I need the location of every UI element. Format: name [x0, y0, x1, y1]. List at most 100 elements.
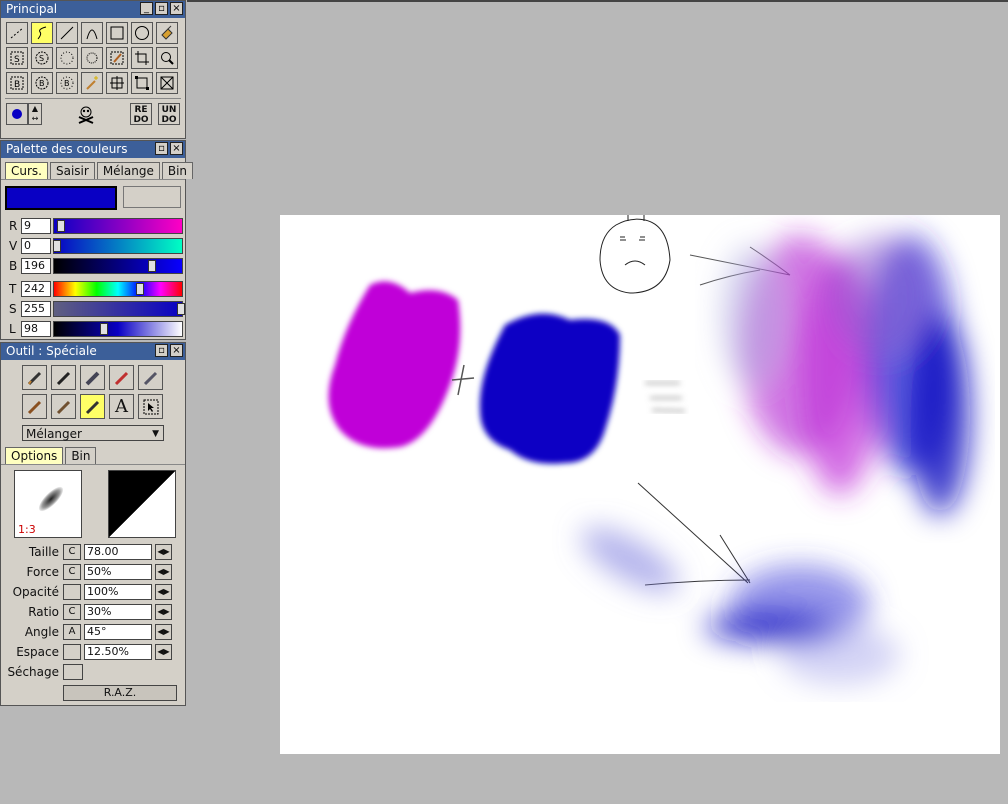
- slider-value-field[interactable]: 196: [21, 258, 51, 274]
- curve-tool-icon[interactable]: [81, 22, 103, 44]
- zoom-tool-icon[interactable]: [156, 47, 178, 69]
- dotted-line-tool-icon[interactable]: [6, 22, 28, 44]
- blend-brush-icon[interactable]: [80, 394, 105, 419]
- slider-track[interactable]: [53, 281, 183, 297]
- option-flag[interactable]: C: [63, 544, 81, 560]
- fit-icon[interactable]: [156, 72, 178, 94]
- background-color-swatch[interactable]: [123, 186, 181, 208]
- b-poly-icon[interactable]: B: [56, 72, 78, 94]
- slider-thumb[interactable]: [53, 240, 61, 252]
- palette-restore-button[interactable]: ▫: [155, 142, 168, 155]
- tool-close-button[interactable]: ×: [170, 344, 183, 357]
- slider-value-field[interactable]: 242: [21, 281, 51, 297]
- stepper-arrows-icon[interactable]: ◀▶: [155, 644, 172, 660]
- brush-select-icon[interactable]: [106, 47, 128, 69]
- option-value-field[interactable]: 100%: [84, 584, 152, 600]
- desktop-edge: [187, 0, 1008, 2]
- airbrush-icon[interactable]: [109, 365, 134, 390]
- felt-pen-icon[interactable]: [138, 365, 163, 390]
- slider-track[interactable]: [53, 258, 183, 274]
- ink-pen-icon[interactable]: [51, 365, 76, 390]
- marker-icon[interactable]: [80, 365, 105, 390]
- ellipse-tool-icon[interactable]: [131, 22, 153, 44]
- slider-value-field[interactable]: 98: [21, 321, 51, 337]
- slider-thumb[interactable]: [136, 283, 144, 295]
- option-flag[interactable]: [63, 584, 81, 600]
- foreground-color-swatch[interactable]: [5, 186, 118, 210]
- slider-value-field[interactable]: 9: [21, 218, 51, 234]
- sechage-checkbox[interactable]: [63, 664, 83, 680]
- slider-thumb[interactable]: [100, 323, 108, 335]
- freehand-tool-icon[interactable]: [31, 22, 53, 44]
- tab-saisir[interactable]: Saisir: [49, 162, 95, 179]
- option-flag[interactable]: [63, 644, 81, 660]
- b-select-icon[interactable]: B: [6, 72, 28, 94]
- option-value-field[interactable]: 12.50%: [84, 644, 152, 660]
- reset-button[interactable]: R.A.Z.: [63, 685, 177, 701]
- transform-icon[interactable]: [106, 72, 128, 94]
- crop-frame-icon[interactable]: [131, 72, 153, 94]
- paintbrush-icon[interactable]: [22, 394, 47, 419]
- tab-curs[interactable]: Curs.: [5, 162, 48, 179]
- tool-restore-button[interactable]: ▫: [155, 344, 168, 357]
- slider-label: T: [9, 282, 17, 296]
- restore-button[interactable]: ▫: [155, 2, 168, 15]
- option-value-field[interactable]: 30%: [84, 604, 152, 620]
- stepper-arrows-icon[interactable]: ◀▶: [155, 604, 172, 620]
- option-flag[interactable]: C: [63, 604, 81, 620]
- slider-label: B: [9, 259, 18, 273]
- tab-options[interactable]: Options: [5, 447, 64, 464]
- drawing-canvas[interactable]: [280, 215, 1000, 754]
- slider-value-field[interactable]: 255: [21, 301, 51, 317]
- undo-button[interactable]: UN DO: [158, 103, 180, 125]
- select-s-icon[interactable]: S: [6, 47, 28, 69]
- stepper-arrows-icon[interactable]: ◀▶: [155, 584, 172, 600]
- brush-dot-button[interactable]: [6, 103, 28, 125]
- option-flag[interactable]: A: [63, 624, 81, 640]
- pencil-tool-icon[interactable]: [22, 365, 47, 390]
- magic-wand-icon[interactable]: [81, 72, 103, 94]
- option-value-field[interactable]: 45°: [84, 624, 152, 640]
- tab-tool-bin[interactable]: Bin: [65, 447, 97, 464]
- brush-size-arrows-icon[interactable]: ▲ ↔: [28, 103, 42, 125]
- tab-bin[interactable]: Bin: [161, 162, 194, 179]
- slider-value-field[interactable]: 0: [21, 238, 51, 254]
- bucket-fill-icon[interactable]: [156, 22, 178, 44]
- stepper-arrows-icon[interactable]: ◀▶: [155, 564, 172, 580]
- slider-track[interactable]: [53, 321, 183, 337]
- select-dots-icon[interactable]: [81, 47, 103, 69]
- close-button[interactable]: ×: [170, 2, 183, 15]
- texture-preview[interactable]: [108, 470, 176, 538]
- tool-titlebar[interactable]: Outil : Spéciale ▫ ×: [1, 343, 185, 360]
- palette-titlebar[interactable]: Palette des couleurs ▫ ×: [1, 141, 185, 158]
- slider-thumb[interactable]: [148, 260, 156, 272]
- principal-titlebar[interactable]: Principal _ ▫ ×: [1, 1, 185, 18]
- palette-close-button[interactable]: ×: [170, 142, 183, 155]
- option-value-field[interactable]: 78.00: [84, 544, 152, 560]
- oil-brush-icon[interactable]: [51, 394, 76, 419]
- slider-thumb[interactable]: [177, 303, 185, 315]
- option-value-field[interactable]: 50%: [84, 564, 152, 580]
- slider-track[interactable]: [53, 218, 183, 234]
- slider-thumb[interactable]: [57, 220, 65, 232]
- tab-melange[interactable]: Mélange: [96, 162, 160, 179]
- rectangle-tool-icon[interactable]: [106, 22, 128, 44]
- stepper-arrows-icon[interactable]: ◀▶: [155, 624, 172, 640]
- skull-button[interactable]: [48, 103, 124, 125]
- principal-title: Principal: [6, 2, 58, 16]
- select-arrow-icon[interactable]: [138, 394, 163, 419]
- redo-button[interactable]: RE DO: [130, 103, 152, 125]
- minimize-button[interactable]: _: [140, 2, 153, 15]
- line-tool-icon[interactable]: [56, 22, 78, 44]
- magenta-blob: [328, 281, 461, 449]
- slider-track[interactable]: [53, 238, 183, 254]
- crop-tool-icon[interactable]: [131, 47, 153, 69]
- slider-track[interactable]: [53, 301, 185, 317]
- option-flag[interactable]: C: [63, 564, 81, 580]
- b-lasso-icon[interactable]: B: [31, 72, 53, 94]
- lasso-select-icon[interactable]: S: [31, 47, 53, 69]
- select-poly-icon[interactable]: [56, 47, 78, 69]
- text-tool-icon[interactable]: A: [109, 394, 134, 419]
- mode-select[interactable]: Mélanger ▼: [22, 425, 164, 441]
- stepper-arrows-icon[interactable]: ◀▶: [155, 544, 172, 560]
